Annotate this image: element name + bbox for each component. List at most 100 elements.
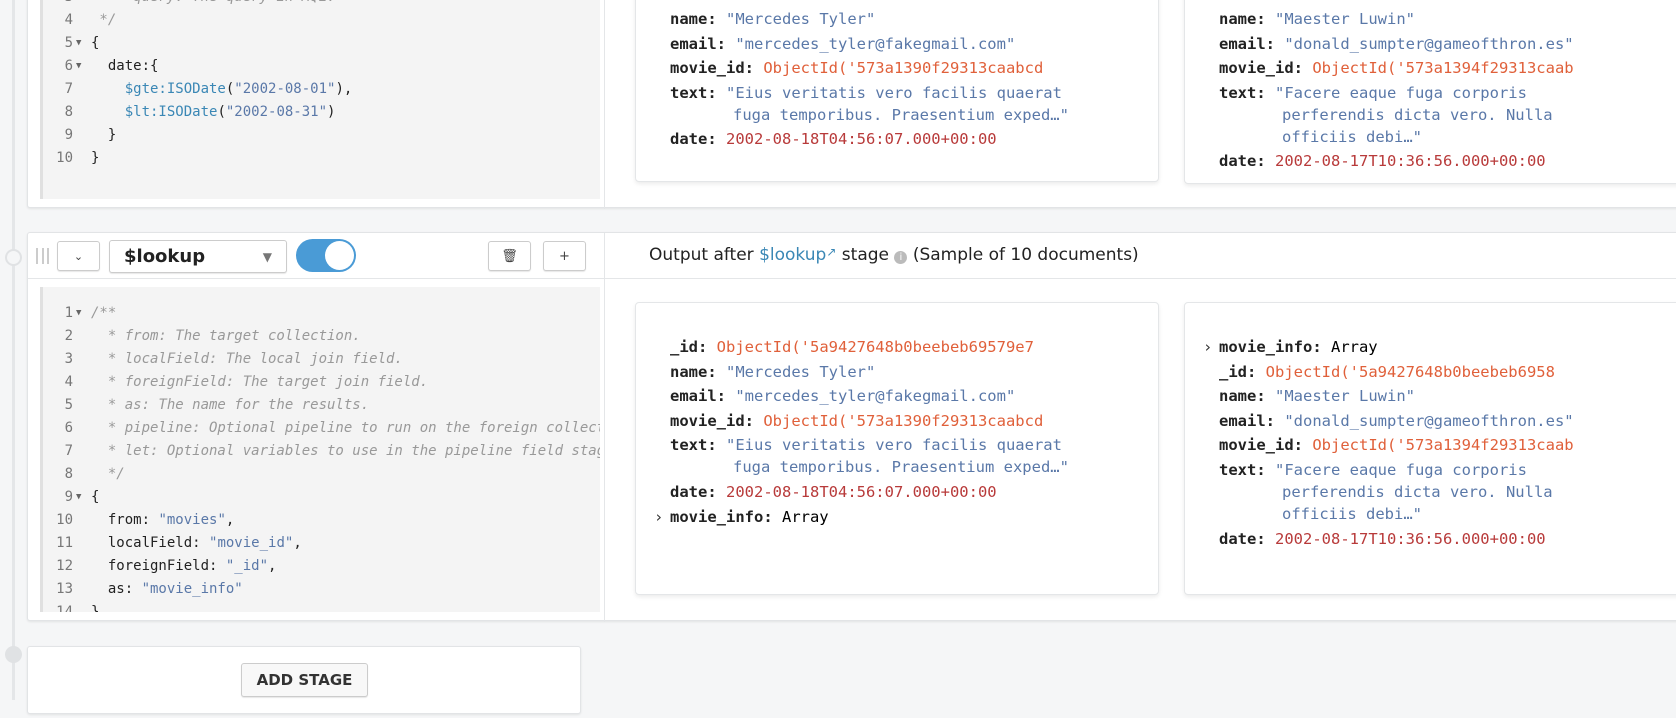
field-value: "Eius veritatis vero facilis quaerat: [726, 83, 1062, 102]
field-value: ObjectId('573a1390f29313caabcd: [763, 59, 1044, 78]
divider: [604, 233, 605, 622]
code-text: * foreignField: The target join field.: [91, 371, 428, 394]
code-token: ): [327, 104, 336, 120]
field-key: email:: [670, 34, 736, 53]
stage-operator-select[interactable]: $lookup ▼: [109, 240, 287, 273]
line-number: 3: [64, 351, 73, 367]
field-key: text:: [1219, 83, 1275, 102]
document-card: _id: ObjectId('5a9427648b0beebeb69579e7 n…: [635, 302, 1159, 595]
line-number: 8: [64, 104, 73, 120]
field-key: email:: [1219, 34, 1285, 53]
code-token: (: [217, 104, 226, 120]
expand-arrow-icon[interactable]: ›: [654, 505, 663, 529]
info-icon[interactable]: i: [894, 251, 908, 264]
code-token: }: [91, 127, 117, 143]
code-line: 7 $gte:ISODate("2002-08-01"),: [43, 78, 600, 101]
stage-enabled-toggle[interactable]: [296, 239, 356, 272]
field-key: text:: [1219, 461, 1275, 479]
code-line: 2 * from: The target collection.: [43, 325, 600, 348]
code-token: "movies": [158, 512, 226, 528]
field-key: name:: [1219, 10, 1275, 28]
code-text: /**: [91, 302, 116, 325]
document-field: email: "mercedes_tyler@fakegmail.com": [670, 384, 1015, 408]
field-value: "mercedes_tyler@fakegmail.com": [735, 387, 1016, 406]
line-number: 8: [64, 466, 73, 482]
field-value: Array: [1330, 338, 1378, 356]
code-token: * localField: The local join field.: [91, 351, 403, 367]
code-text: as: "movie_info": [91, 578, 243, 601]
code-line: 3 * localField: The local join field.: [43, 348, 600, 371]
document-field: email: "mercedes_tyler@fakegmail.com": [670, 32, 1015, 56]
drag-handle[interactable]: [36, 248, 49, 264]
field-key: name:: [1219, 387, 1275, 406]
field-value: "Facere eaque fuga corporis: [1275, 461, 1527, 479]
code-text: foreignField: "_id",: [91, 555, 277, 578]
lookup-stage-editor[interactable]: 1 ▼/** 2 * from: The target collection. 3 *…: [40, 287, 600, 612]
field-key: text:: [670, 83, 726, 102]
code-text: }: [91, 124, 116, 147]
code-text: * pipeline: Optional pipeline to run on …: [91, 417, 600, 440]
field-value: 2002-08-18T04:56:07.000+00:00: [726, 483, 997, 501]
code-text: */: [91, 463, 125, 486]
code-token: {: [91, 489, 100, 505]
field-key: _id:: [1219, 362, 1266, 381]
code-line: 5 ▼ {: [43, 32, 600, 55]
code-token: "movie_id": [209, 535, 294, 551]
field-key: movie_id:: [1219, 436, 1313, 455]
fold-arrow-icon[interactable]: ▼: [76, 302, 81, 325]
field-key: date:: [670, 483, 726, 501]
line-number: 9: [64, 489, 73, 505]
code-token: }: [91, 604, 100, 612]
document-field: movie_id: ObjectId('573a1394f29313caab: [1219, 433, 1574, 457]
document-field: date: 2002-08-17T10:36:56.000+00:00: [1219, 149, 1546, 173]
code-text: * localField: The local join field.: [91, 348, 403, 371]
document-field: name: "Mercedes Tyler": [670, 7, 875, 31]
code-line: 9 ▼ {: [43, 486, 600, 509]
code-line: 7 * let: Optional variables to use in th…: [43, 440, 600, 463]
line-number: 11: [56, 535, 73, 551]
stage-operator-value: $lookup: [124, 246, 206, 267]
field-key: movie_id:: [1219, 59, 1313, 78]
code-line: 13 as: "movie_info": [43, 578, 600, 601]
add-stage-after-button[interactable]: +: [543, 241, 586, 271]
code-line: 4 * foreignField: The target join field.: [43, 371, 600, 394]
fold-arrow-icon[interactable]: ▼: [76, 486, 81, 509]
collapse-button[interactable]: ⌄: [57, 241, 100, 271]
field-key: movie_info:: [670, 507, 782, 526]
document-field: name: "Maester Luwin": [1219, 384, 1415, 408]
fold-arrow-icon[interactable]: ▼: [76, 55, 81, 78]
match-stage-editor[interactable]: 3 * query: The query in MQL.4 */5▼{6▼ da…: [40, 0, 600, 199]
line-number: 5: [64, 35, 73, 51]
lookup-docs-link[interactable]: $lookup: [759, 245, 826, 265]
document-field: text: "Eius veritatis vero facilis quaer…: [670, 81, 1062, 105]
line-number: 9: [64, 127, 73, 143]
code-token: $gte:ISODate: [91, 81, 226, 97]
caret-down-icon: ▼: [262, 249, 272, 264]
line-number: 6: [64, 420, 73, 436]
code-token: "_id": [225, 558, 269, 574]
code-text: $lt:ISODate("2002-08-31"): [91, 101, 336, 124]
stage-connector: [5, 249, 22, 266]
field-value-continuation: officiis debi…": [1282, 127, 1422, 146]
fold-arrow-icon[interactable]: ▼: [76, 32, 81, 55]
field-key: movie_id:: [670, 59, 764, 78]
code-token: * as: The name for the results.: [91, 397, 370, 413]
field-key: date:: [1219, 152, 1275, 171]
code-line: 9 }: [43, 124, 600, 147]
field-value: "mercedes_tyler@fakegmail.com": [735, 34, 1016, 53]
document-field: _id: ObjectId('5a9427648b0beebeb69579e7: [670, 335, 1034, 359]
add-stage-button[interactable]: ADD STAGE: [241, 663, 368, 697]
expand-arrow-icon[interactable]: ›: [1203, 335, 1212, 359]
code-text: * as: The name for the results.: [91, 394, 369, 417]
field-value: ObjectId('573a1394f29313caab: [1312, 436, 1574, 455]
field-key: email:: [1219, 411, 1285, 430]
delete-stage-button[interactable]: 🗑: [488, 241, 531, 271]
code-line: 12 foreignField: "_id",: [43, 555, 600, 578]
code-token: * pipeline: Optional pipeline to run on …: [91, 420, 600, 436]
code-token: $lt:ISODate: [91, 104, 218, 120]
field-value: "Mercedes Tyler": [726, 362, 876, 381]
code-text: {: [91, 486, 99, 509]
document-field: _id: ObjectId('5a9427648b0beebeb6958: [1219, 360, 1555, 384]
document-field: name: "Mercedes Tyler": [670, 360, 875, 384]
field-key: movie_info:: [1219, 338, 1331, 356]
